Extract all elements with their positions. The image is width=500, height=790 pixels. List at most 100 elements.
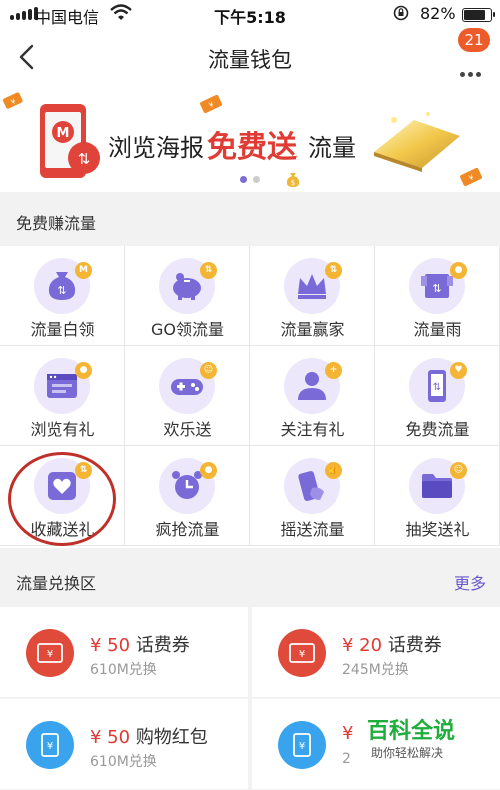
page-dot — [253, 176, 260, 183]
mini-badge-icon: M — [75, 262, 92, 279]
earn-item-label: 欢乐送 — [163, 420, 212, 439]
earn-item-label: GO领流量 — [151, 320, 224, 339]
svg-text:⇅: ⇅ — [78, 150, 91, 168]
svg-text:⇅: ⇅ — [432, 282, 441, 295]
exchange-name: 话费券 — [387, 635, 442, 656]
mini-badge-icon: ● — [75, 362, 92, 379]
exchange-price: ¥ — [342, 723, 354, 744]
svg-text:¥: ¥ — [299, 649, 305, 660]
exchange-cost: 2 — [342, 751, 351, 767]
status-bar: 中国电信 下午5:18 82% — [0, 0, 500, 28]
mini-badge-icon: ♥ — [450, 362, 467, 379]
earn-item-label: 浏览有礼 — [30, 420, 95, 439]
earn-item-label: 摇送流量 — [280, 520, 345, 539]
mini-badge-icon: ● — [450, 262, 467, 279]
earn-section-title: 免费赚流量 — [16, 214, 97, 233]
earn-item[interactable]: ☺ 欢乐送 — [125, 346, 250, 446]
earn-item-label: 抽奖送礼 — [405, 520, 470, 539]
earn-item[interactable]: + 关注有礼 — [250, 346, 375, 446]
battery-percent: 82% — [420, 4, 456, 23]
exchange-price: ¥ 50 — [90, 727, 131, 748]
exchange-more-link[interactable]: 更多 — [454, 570, 486, 594]
earn-item-label: 疯抢流量 — [155, 520, 220, 539]
earn-item[interactable]: 👍 摇送流量 — [250, 446, 375, 546]
exchange-name: 话费券 — [135, 635, 190, 656]
mini-badge-icon: ☺ — [200, 362, 217, 379]
banner-text-highlight: 免费送 — [207, 130, 297, 165]
svg-text:¥: ¥ — [47, 649, 53, 660]
coupon-card-icon: ¥ — [26, 721, 74, 769]
more-menu-button[interactable] — [450, 50, 486, 80]
earn-item[interactable]: ● 疯抢流量 — [125, 446, 250, 546]
exchange-name: 购物红包 — [135, 727, 208, 748]
money-bag-decoration-icon: $ — [286, 173, 300, 187]
earn-item-label: 关注有礼 — [280, 420, 345, 439]
exchange-item[interactable]: ¥ ¥ 20 话费券 245M兑换 — [252, 607, 500, 697]
gift-box-icon: ⇅ ● — [409, 258, 467, 314]
banner-text-left: 浏览海报 — [108, 134, 204, 162]
phone-icon: ⇅ ♥ — [409, 358, 467, 414]
notification-badge: 21 — [458, 28, 490, 52]
exchange-item[interactable]: ¥ ¥ 50 话费券 610M兑换 — [0, 607, 248, 697]
folder-icon: ☺ — [409, 458, 467, 514]
mini-badge-icon: ☺ — [450, 462, 467, 479]
mini-badge-icon: ⇅ — [200, 262, 217, 279]
page-dot — [240, 176, 247, 183]
banner-page-indicator — [240, 176, 260, 183]
earn-item[interactable]: ⇅ M 流量白领 — [0, 246, 125, 346]
coupon-card-icon: ¥ — [278, 721, 326, 769]
svg-text:M: M — [57, 126, 70, 141]
earn-item[interactable]: ● 浏览有礼 — [0, 346, 125, 446]
gamepad-icon: ☺ — [159, 358, 217, 414]
svg-text:¥: ¥ — [47, 741, 53, 752]
shake-phone-icon: 👍 — [284, 458, 342, 514]
money-bag-icon: ⇅ M — [34, 258, 92, 314]
exchange-price-row: ¥ — [342, 723, 353, 744]
earn-item-label: 流量赢家 — [280, 320, 345, 339]
exchange-cost: 610M兑换 — [90, 662, 157, 678]
exchange-price: ¥ 20 — [342, 635, 383, 656]
piggy-bank-icon: ⇅ — [159, 258, 217, 314]
promo-banner[interactable]: ¥ ¥ ¥ M ⇅ 浏览海报 免费送 流量 $ — [0, 88, 500, 192]
mini-badge-icon: ⇅ — [325, 262, 342, 279]
earn-item-label: 流量雨 — [413, 320, 462, 339]
phone-illustration-icon: M ⇅ — [40, 104, 100, 178]
earn-item[interactable]: ⇅ ♥ 免费流量 — [375, 346, 500, 446]
exchange-price-row: ¥ 20 话费券 — [342, 631, 442, 657]
mini-badge-icon: ● — [200, 462, 217, 479]
earn-item-label: 流量白领 — [30, 320, 95, 339]
exchange-price-row: ¥ 50 话费券 — [90, 631, 190, 657]
earn-item[interactable]: ⇅ ● 流量雨 — [375, 246, 500, 346]
exchange-price: ¥ 50 — [90, 635, 131, 656]
earn-item[interactable]: ☺ 抽奖送礼 — [375, 446, 500, 546]
banner-text-right: 流量 — [308, 134, 356, 162]
svg-text:$: $ — [291, 179, 295, 187]
ticket-decoration-icon: ¥ — [2, 92, 23, 109]
crown-icon: ⇅ — [284, 258, 342, 314]
earn-item-label: 免费流量 — [405, 420, 470, 439]
exchange-item[interactable]: ¥ ¥ 50 购物红包 610M兑换 — [0, 699, 248, 789]
exchange-section-title: 流量兑换区 — [16, 574, 97, 593]
ticket-decoration-icon: ¥ — [200, 94, 222, 114]
exchange-section-header: 流量兑换区 更多 — [0, 552, 500, 606]
mini-badge-icon: 👍 — [325, 462, 342, 479]
watermark-subtitle: 助你轻松解决 — [371, 746, 444, 760]
earn-item[interactable]: ⇅ 流量赢家 — [250, 246, 375, 346]
svg-text:⇅: ⇅ — [433, 382, 441, 393]
watermark-title: 百科全说 — [367, 719, 456, 744]
svg-text:¥: ¥ — [299, 741, 305, 752]
svg-text:⇅: ⇅ — [57, 284, 66, 297]
highlight-circle — [8, 452, 116, 546]
alarm-clock-icon: ● — [159, 458, 217, 514]
rotation-lock-icon — [393, 5, 409, 21]
user-icon: + — [284, 358, 342, 414]
nav-bar: 流量钱包 21 — [0, 28, 500, 88]
ticket-icon: ¥ — [26, 629, 74, 677]
exchange-cost: 245M兑换 — [342, 662, 409, 678]
earn-item[interactable]: ⇅ GO领流量 — [125, 246, 250, 346]
battery-icon — [462, 8, 495, 22]
browser-window-icon: ● — [34, 358, 92, 414]
exchange-price-row: ¥ 50 购物红包 — [90, 723, 208, 749]
gold-treasure-icon — [374, 112, 460, 172]
mini-badge-icon: + — [325, 362, 342, 379]
